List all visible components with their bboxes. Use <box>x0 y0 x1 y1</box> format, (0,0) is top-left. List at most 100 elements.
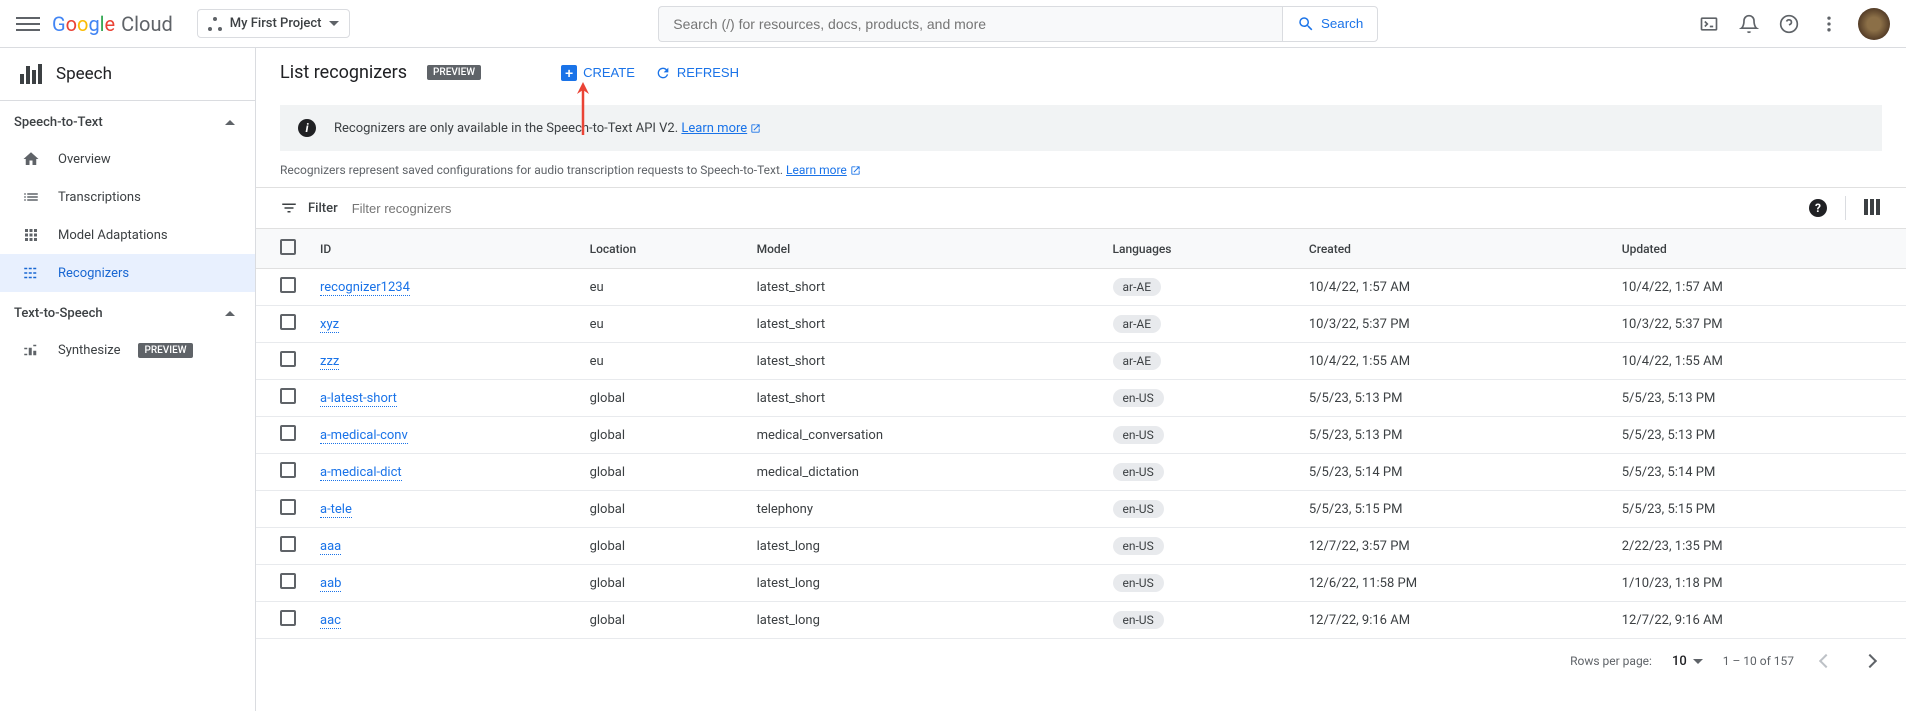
recognizer-id-link[interactable]: aab <box>320 576 341 592</box>
rows-per-page-select[interactable]: 10 <box>1672 654 1703 669</box>
google-cloud-logo[interactable]: Google Cloud <box>52 12 173 36</box>
cell-location: global <box>578 380 745 417</box>
caret-down-icon <box>1693 659 1703 664</box>
language-chip: en-US <box>1113 537 1164 555</box>
next-page-button[interactable] <box>1858 649 1882 673</box>
sidebar-item-transcriptions[interactable]: Transcriptions <box>0 178 255 216</box>
chevron-up-icon <box>225 120 235 125</box>
cell-updated: 5/5/23, 5:14 PM <box>1610 454 1906 491</box>
create-button[interactable]: + CREATE <box>561 65 635 81</box>
info-icon: i <box>298 119 316 137</box>
select-all-checkbox[interactable] <box>280 239 296 255</box>
help-icon[interactable] <box>1778 13 1800 35</box>
row-checkbox[interactable] <box>280 499 296 515</box>
recognizer-id-link[interactable]: a-medical-dict <box>320 465 402 481</box>
grid-icon <box>22 264 40 282</box>
row-checkbox[interactable] <box>280 462 296 478</box>
preview-badge: PREVIEW <box>138 343 192 358</box>
column-header[interactable]: ID <box>308 229 578 269</box>
row-checkbox[interactable] <box>280 573 296 589</box>
sidebar-item-synthesize[interactable]: Synthesize PREVIEW <box>0 331 255 369</box>
cell-updated: 2/22/23, 1:35 PM <box>1610 528 1906 565</box>
filter-input[interactable] <box>348 197 1799 220</box>
caret-down-icon <box>329 21 339 26</box>
cell-created: 5/5/23, 5:13 PM <box>1297 417 1610 454</box>
table-row: recognizer1234 eu latest_short ar-AE 10/… <box>256 269 1906 306</box>
sidebar-item-overview[interactable]: Overview <box>0 140 255 178</box>
nav-group-label: Speech-to-Text <box>14 115 103 130</box>
table-row: a-latest-short global latest_short en-US… <box>256 380 1906 417</box>
cell-model: medical_conversation <box>745 417 1101 454</box>
column-header[interactable]: Location <box>578 229 745 269</box>
nav-group-header[interactable]: Text-to-Speech <box>0 292 255 331</box>
cell-location: eu <box>578 269 745 306</box>
cell-location: eu <box>578 306 745 343</box>
sidebar-item-label: Synthesize <box>58 343 120 358</box>
row-checkbox[interactable] <box>280 425 296 441</box>
more-vert-icon[interactable] <box>1818 13 1840 35</box>
page-title: List recognizers <box>280 62 407 83</box>
external-link-icon <box>850 165 861 176</box>
nav-group-header[interactable]: Speech-to-Text <box>0 101 255 140</box>
search-button[interactable]: Search <box>1282 6 1378 42</box>
rows-per-page-label: Rows per page: <box>1570 654 1652 668</box>
page-range: 1 – 10 of 157 <box>1723 654 1794 668</box>
row-checkbox[interactable] <box>280 536 296 552</box>
column-header[interactable]: Languages <box>1101 229 1297 269</box>
info-banner-text: Recognizers are only available in the Sp… <box>334 121 678 136</box>
avatar[interactable] <box>1858 8 1890 40</box>
cell-model: telephony <box>745 491 1101 528</box>
apps-icon <box>22 226 40 244</box>
cell-model: latest_long <box>745 602 1101 639</box>
cell-location: global <box>578 565 745 602</box>
recognizer-id-link[interactable]: zzz <box>320 354 339 370</box>
cell-model: latest_short <box>745 306 1101 343</box>
recognizer-id-link[interactable]: a-tele <box>320 502 352 518</box>
language-chip: ar-AE <box>1113 315 1162 333</box>
search-input[interactable] <box>658 6 1282 42</box>
sidebar-item-recognizers[interactable]: Recognizers <box>0 254 255 292</box>
table-row: aab global latest_long en-US 12/6/22, 11… <box>256 565 1906 602</box>
column-header[interactable]: Model <box>745 229 1101 269</box>
hamburger-menu-icon[interactable] <box>16 12 40 36</box>
recognizer-id-link[interactable]: recognizer1234 <box>320 280 410 296</box>
recognizer-id-link[interactable]: a-latest-short <box>320 391 397 407</box>
project-picker[interactable]: My First Project <box>197 9 351 38</box>
cloud-shell-icon[interactable] <box>1698 13 1720 35</box>
refresh-button[interactable]: REFRESH <box>655 65 739 81</box>
row-checkbox[interactable] <box>280 388 296 404</box>
info-text: Recognizers are only available in the Sp… <box>334 121 761 136</box>
helper-learn-more-link[interactable]: Learn more <box>786 163 861 177</box>
column-header[interactable]: Updated <box>1610 229 1906 269</box>
cell-updated: 1/10/23, 1:18 PM <box>1610 565 1906 602</box>
recognizer-id-link[interactable]: aaa <box>320 539 341 555</box>
language-chip: ar-AE <box>1113 352 1162 370</box>
column-selector-icon[interactable] <box>1864 199 1882 217</box>
row-checkbox[interactable] <box>280 610 296 626</box>
recognizer-id-link[interactable]: xyz <box>320 317 339 333</box>
prev-page-button[interactable] <box>1814 649 1838 673</box>
cell-model: latest_long <box>745 528 1101 565</box>
recognizer-id-link[interactable]: aac <box>320 613 341 629</box>
filter-help-icon[interactable]: ? <box>1809 199 1827 217</box>
info-banner: i Recognizers are only available in the … <box>280 105 1882 151</box>
table-row: xyz eu latest_short ar-AE 10/3/22, 5:37 … <box>256 306 1906 343</box>
top-header: Google Cloud My First Project Search <box>0 0 1906 48</box>
notifications-icon[interactable] <box>1738 13 1760 35</box>
list-icon <box>22 188 40 206</box>
content-header: List recognizers PREVIEW + CREATE REFRES… <box>256 48 1906 97</box>
row-checkbox[interactable] <box>280 314 296 330</box>
main-layout: Speech Speech-to-TextOverviewTranscripti… <box>0 48 1906 711</box>
row-checkbox[interactable] <box>280 277 296 293</box>
table-row: aaa global latest_long en-US 12/7/22, 3:… <box>256 528 1906 565</box>
search-wrap: Search <box>362 6 1674 42</box>
column-header[interactable]: Created <box>1297 229 1610 269</box>
row-checkbox[interactable] <box>280 351 296 367</box>
info-learn-more-link[interactable]: Learn more <box>681 121 761 136</box>
recognizer-id-link[interactable]: a-medical-conv <box>320 428 408 444</box>
cell-updated: 10/3/22, 5:37 PM <box>1610 306 1906 343</box>
language-chip: en-US <box>1113 463 1164 481</box>
cell-created: 5/5/23, 5:15 PM <box>1297 491 1610 528</box>
sidebar-item-model-adaptations[interactable]: Model Adaptations <box>0 216 255 254</box>
cell-model: latest_short <box>745 343 1101 380</box>
